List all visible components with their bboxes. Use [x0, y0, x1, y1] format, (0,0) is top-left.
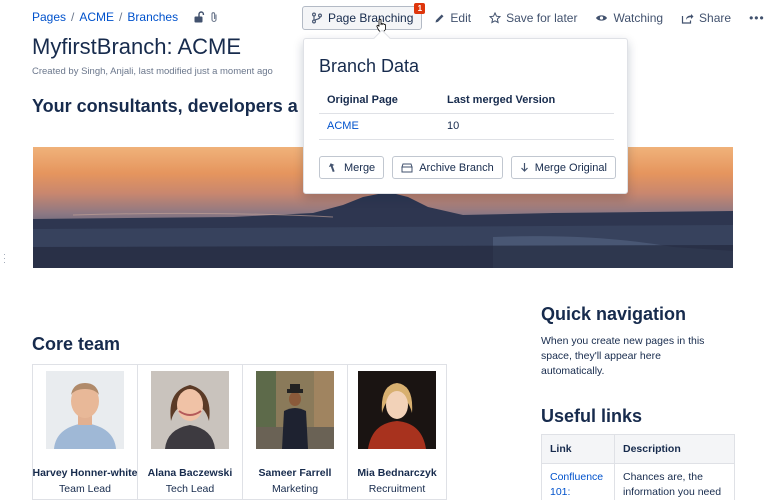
- team-member-card: Harvey Honner-white Team Lead: [32, 365, 138, 499]
- watching-button[interactable]: Watching: [589, 6, 669, 30]
- branch-data-table: Original Page Last merged Version ACME 1…: [319, 87, 614, 140]
- popup-title: Branch Data: [319, 56, 420, 76]
- page-toolbar: Page Branching 1 Edit Save for later Wat…: [302, 3, 775, 30]
- pencil-icon: [435, 14, 444, 22]
- more-actions-button[interactable]: •••: [743, 6, 771, 30]
- unlock-icon[interactable]: [193, 11, 205, 23]
- more-icon: •••: [749, 11, 765, 25]
- team-member-card: Mia Bednarczyk Recruitment: [348, 365, 446, 499]
- quick-navigation-text: When you create new pages in this space,…: [541, 335, 705, 377]
- member-photo: [358, 371, 436, 449]
- column-header-last-merged: Last merged Version: [439, 87, 614, 114]
- member-name: Mia Bednarczyk: [357, 467, 437, 479]
- useful-links-table: Link Description Confluence 101: Chances…: [541, 434, 735, 500]
- core-team-heading: Core team: [32, 334, 121, 354]
- share-label: Share: [699, 11, 732, 25]
- save-for-later-button[interactable]: Save for later: [483, 6, 583, 30]
- edit-label: Edit: [450, 11, 472, 25]
- edit-button[interactable]: Edit: [428, 6, 477, 30]
- useful-links-heading: Useful links: [541, 406, 643, 426]
- member-role: Team Lead: [59, 483, 111, 495]
- branch-icon: [312, 12, 322, 24]
- column-header-description: Description: [614, 434, 735, 464]
- original-page-cell: ACME: [319, 113, 439, 140]
- consultants-heading: Your consultants, developers a: [32, 96, 298, 116]
- breadcrumb-branches[interactable]: Branches: [127, 10, 178, 24]
- confluence-101-link[interactable]: Confluence 101:: [550, 471, 603, 498]
- breadcrumb: Pages / ACME / Branches: [32, 10, 219, 24]
- member-name: Sameer Farrell: [258, 467, 332, 479]
- breadcrumb-acme[interactable]: ACME: [79, 10, 114, 24]
- core-team-table: Harvey Honner-white Team Lead Alana Bacz…: [32, 364, 447, 500]
- member-photo: [151, 371, 229, 449]
- description-cell: Chances are, the information you need: [614, 463, 735, 500]
- merge-arrow-icon: [328, 163, 335, 173]
- breadcrumb-separator: /: [119, 10, 123, 24]
- member-name: Alana Baczewski: [147, 467, 233, 479]
- notification-badge: 1: [414, 3, 426, 14]
- link-cell: Confluence 101:: [541, 463, 615, 500]
- table-header-row: Link Description: [541, 434, 735, 464]
- eye-icon: [596, 15, 608, 21]
- branch-data-popup: Branch Data Original Page Last merged Ve…: [303, 29, 628, 194]
- member-name: Harvey Honner-white: [32, 467, 138, 479]
- page-branching-label: Page Branching: [328, 11, 414, 25]
- arrow-down-icon: [520, 163, 528, 172]
- member-photo: [256, 371, 334, 449]
- merge-label: Merge: [344, 161, 376, 174]
- popup-actions: Merge Archive Branch Merge Original: [319, 156, 616, 179]
- original-page-link[interactable]: ACME: [327, 120, 359, 132]
- table-row: Confluence 101: Chances are, the informa…: [541, 463, 735, 500]
- attachment-icon[interactable]: [209, 11, 219, 23]
- merge-button[interactable]: Merge: [319, 156, 385, 179]
- drag-handle[interactable]: · · ·: [3, 250, 6, 267]
- page-branching-button[interactable]: Page Branching 1: [302, 3, 426, 30]
- breadcrumb-icons: [193, 11, 219, 23]
- member-role: Tech Lead: [165, 483, 215, 495]
- column-header-link: Link: [541, 434, 615, 464]
- archive-branch-button[interactable]: Archive Branch: [392, 156, 503, 179]
- member-role: Marketing: [271, 483, 319, 495]
- merge-original-button[interactable]: Merge Original: [510, 156, 616, 179]
- share-icon: [681, 13, 694, 24]
- quick-navigation-heading: Quick navigation: [541, 304, 687, 324]
- breadcrumb-pages[interactable]: Pages: [32, 10, 66, 24]
- share-button[interactable]: Share: [675, 6, 737, 30]
- page-byline: Created by Singh, Anjali, last modified …: [32, 66, 273, 77]
- merge-original-label: Merge Original: [534, 161, 607, 174]
- table-row: ACME 10: [319, 113, 614, 140]
- team-member-card: Sameer Farrell Marketing: [243, 365, 348, 499]
- archive-branch-label: Archive Branch: [419, 161, 494, 174]
- merged-version-cell: 10: [439, 113, 614, 140]
- star-icon: [489, 12, 502, 24]
- archive-icon: [401, 163, 413, 172]
- save-for-later-label: Save for later: [506, 11, 578, 25]
- watching-label: Watching: [613, 11, 664, 25]
- page-title: MyfirstBranch: ACME: [32, 34, 242, 59]
- column-header-original-page: Original Page: [319, 87, 439, 114]
- member-role: Recruitment: [368, 483, 426, 495]
- member-photo: [46, 371, 124, 449]
- table-header-row: Original Page Last merged Version: [319, 87, 614, 114]
- team-member-card: Alana Baczewski Tech Lead: [138, 365, 243, 499]
- breadcrumb-separator: /: [71, 10, 75, 24]
